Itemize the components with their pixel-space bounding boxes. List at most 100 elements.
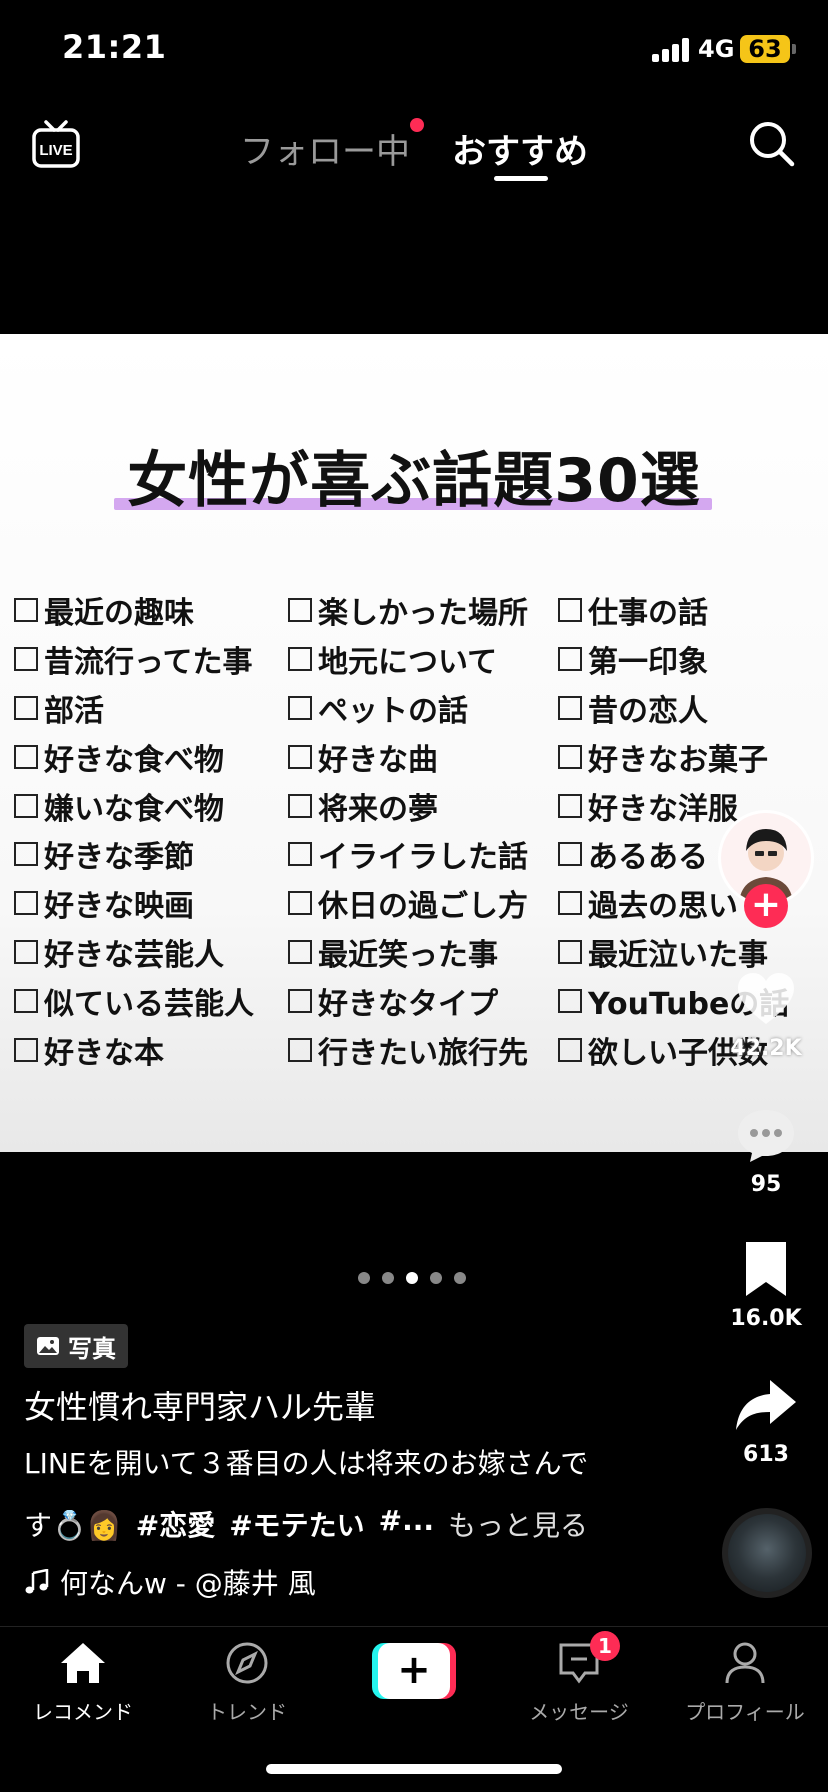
- hashtag-link[interactable]: #モテたい: [229, 1504, 364, 1544]
- checklist-item: 昔の恋人: [558, 684, 789, 733]
- search-icon: [750, 122, 795, 167]
- checkbox-icon: [288, 647, 312, 672]
- checkbox-icon: [288, 695, 312, 720]
- checklist-item: 好きな本: [14, 1025, 254, 1074]
- checkbox-icon: [288, 793, 312, 818]
- share-count: 613: [743, 1442, 789, 1467]
- carousel-dot[interactable]: [454, 1272, 466, 1284]
- nav-discover[interactable]: トレンド: [172, 1641, 322, 1725]
- checkbox-icon: [558, 598, 582, 623]
- checkbox-icon: [558, 695, 582, 720]
- checkbox-icon: [558, 939, 582, 964]
- tab-foryou[interactable]: おすすめ: [452, 124, 588, 173]
- save-count: 16.0K: [730, 1306, 802, 1331]
- nav-inbox[interactable]: メッセージ: [504, 1641, 654, 1725]
- comment-icon: [738, 1110, 794, 1162]
- checkbox-icon: [288, 891, 312, 916]
- home-indicator: [266, 1764, 562, 1774]
- checkbox-icon: [288, 744, 312, 769]
- hashtag-link[interactable]: #...: [379, 1504, 434, 1544]
- search-button[interactable]: [746, 118, 798, 170]
- checkbox-icon: [558, 1037, 582, 1062]
- nav-profile-label: プロフィール: [685, 1700, 805, 1724]
- checklist-item: 好きな曲: [288, 732, 528, 781]
- checkbox-icon: [14, 988, 38, 1013]
- checkbox-icon: [288, 598, 312, 623]
- hashtag-link[interactable]: #恋愛: [136, 1504, 215, 1544]
- like-button[interactable]: 42.2K: [722, 970, 810, 1061]
- checkbox-icon: [14, 939, 38, 964]
- notification-dot: [410, 118, 424, 132]
- carousel-dot[interactable]: [358, 1272, 370, 1284]
- comment-button[interactable]: 95: [722, 1106, 810, 1197]
- checklist-item: ペットの話: [288, 684, 528, 733]
- checklist-item: 最近笑った事: [288, 928, 528, 977]
- checklist-item: 将来の夢: [288, 781, 528, 830]
- checklist-item: 好きなタイプ: [288, 976, 528, 1025]
- nav-profile[interactable]: プロフィール: [670, 1641, 820, 1725]
- battery-indicator: 63: [740, 35, 790, 63]
- checklist-item: 嫌いな食べ物: [14, 781, 254, 830]
- carousel-indicator: [358, 1272, 466, 1284]
- checkbox-icon: [288, 939, 312, 964]
- checklist-item: 好きな芸能人: [14, 928, 254, 977]
- checkbox-icon: [558, 988, 582, 1013]
- photo-badge-label: 写真: [68, 1334, 116, 1363]
- create-button[interactable]: +: [372, 1643, 456, 1699]
- checklist-item: 好きな映画: [14, 879, 254, 928]
- author-name[interactable]: 女性慣れ専門家ハル先輩: [24, 1382, 376, 1428]
- plus-icon: +: [378, 1643, 450, 1699]
- caption-hashtags-row: す💍👩 #恋愛 #モテたい #... もっと見る: [24, 1504, 588, 1544]
- checklist-item: 第一印象: [558, 635, 789, 684]
- tab-following[interactable]: フォロー中: [240, 124, 410, 173]
- checklist-item: 好きな食べ物: [14, 732, 254, 781]
- checkbox-icon: [14, 793, 38, 818]
- see-more-link[interactable]: もっと見る: [448, 1504, 588, 1544]
- carousel-dot[interactable]: [382, 1272, 394, 1284]
- checkbox-icon: [14, 891, 38, 916]
- signal-icon: [652, 38, 692, 62]
- checkbox-icon: [14, 744, 38, 769]
- checkbox-icon: [558, 744, 582, 769]
- checklist-item: 仕事の話: [558, 586, 789, 635]
- checklist-item: 行きたい旅行先: [288, 1025, 528, 1074]
- checklist-item: 似ている芸能人: [14, 976, 254, 1025]
- post-title: 女性が喜ぶ話題30選: [127, 446, 701, 516]
- music-info[interactable]: 何なんw - @藤井 風: [24, 1562, 316, 1602]
- post-image[interactable]: 女性が喜ぶ話題30選 最近の趣味 昔流行ってた事 部活 好きな食べ物 嫌いな食べ…: [0, 334, 828, 1152]
- checkbox-icon: [558, 891, 582, 916]
- home-icon: [61, 1643, 105, 1683]
- music-disc[interactable]: [722, 1508, 812, 1598]
- checklist-column-2: 楽しかった場所 地元について ペットの話 好きな曲 将来の夢 イライラした話 休…: [288, 586, 528, 1074]
- checklist-item: イライラした話: [288, 830, 528, 879]
- nav-home-label: レコメンド: [33, 1700, 133, 1724]
- checklist-item: 楽しかった場所: [288, 586, 528, 635]
- checkbox-icon: [288, 988, 312, 1013]
- live-button[interactable]: LIVE: [30, 118, 82, 170]
- music-title: 何なんw - @藤井 風: [60, 1567, 316, 1600]
- bookmark-icon: [746, 1242, 786, 1296]
- carousel-dot[interactable]: [430, 1272, 442, 1284]
- live-tv-icon: LIVE: [32, 120, 80, 168]
- checkbox-icon: [558, 647, 582, 672]
- share-button[interactable]: 613: [722, 1376, 810, 1467]
- nav-inbox-label: メッセージ: [529, 1700, 629, 1724]
- battery-tip: [792, 44, 796, 54]
- checkbox-icon: [288, 842, 312, 867]
- active-tab-indicator: [494, 176, 548, 181]
- checkbox-icon: [288, 1037, 312, 1062]
- checkbox-icon: [14, 695, 38, 720]
- save-button[interactable]: 16.0K: [722, 1240, 810, 1331]
- follow-button[interactable]: +: [744, 884, 788, 928]
- photo-badge: 写真: [24, 1324, 128, 1368]
- checklist-item: 好きなお菓子: [558, 732, 789, 781]
- nav-home[interactable]: レコメンド: [8, 1641, 158, 1725]
- checklist-item: 最近の趣味: [14, 586, 254, 635]
- status-bar: 21:21 4G 63: [0, 0, 828, 100]
- carousel-dot-active[interactable]: [406, 1272, 418, 1284]
- compass-icon: [226, 1642, 268, 1684]
- heart-icon: [738, 973, 794, 1024]
- checkbox-icon: [14, 842, 38, 867]
- nav-discover-label: トレンド: [207, 1700, 287, 1724]
- caption-text: LINEを開いて３番目の人は将来のお嫁さんで: [24, 1447, 589, 1480]
